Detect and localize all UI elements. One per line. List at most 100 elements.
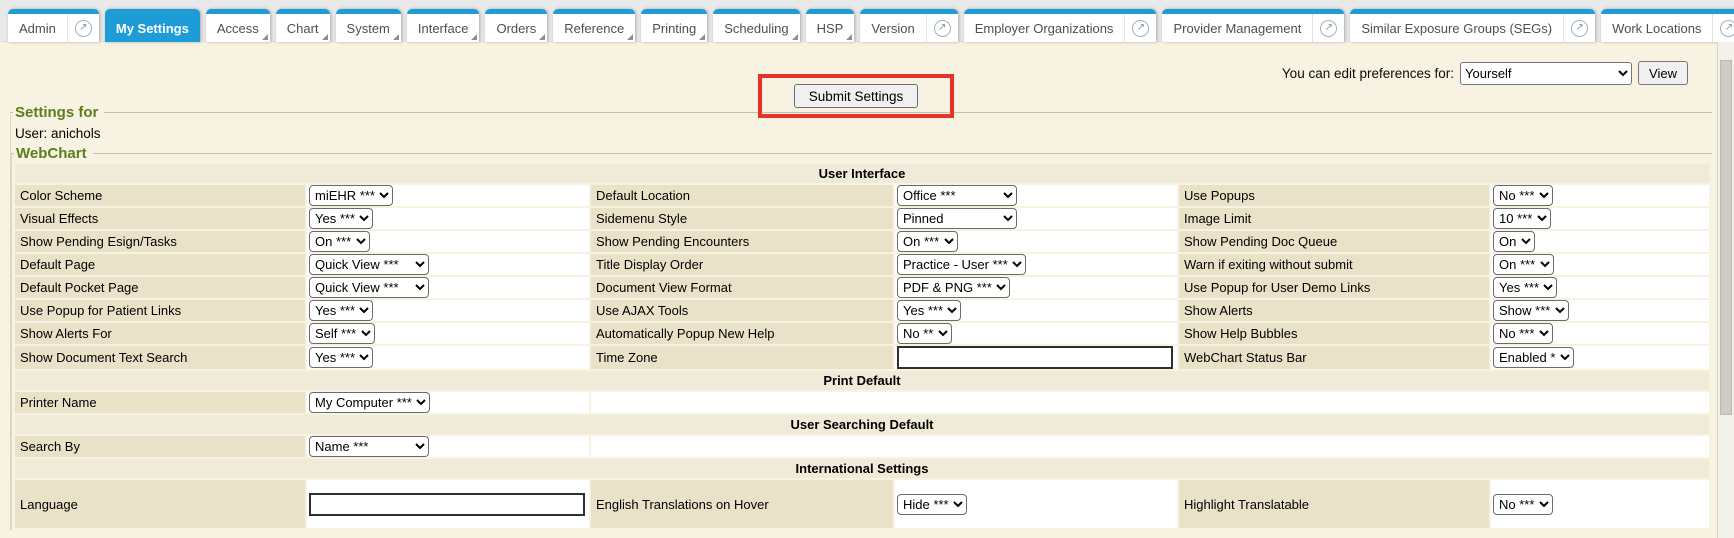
webchart-section: WebChart User InterfaceColor SchememiEHR… xyxy=(11,145,1712,530)
external-link-icon[interactable]: ↗ xyxy=(1124,14,1156,42)
tab-provider-management[interactable]: Provider Management ↗ xyxy=(1162,9,1344,42)
show-alerts-label: Show Alerts xyxy=(1179,300,1489,321)
default-page-value-cell: Quick View *** xyxy=(307,254,589,275)
vertical-scrollbar[interactable] xyxy=(1717,42,1734,538)
tab-label: Employer Organizations xyxy=(964,14,1125,42)
external-link-icon[interactable]: ↗ xyxy=(1312,14,1344,42)
show-pending-doc-queue-label: Show Pending Doc Queue xyxy=(1179,231,1489,252)
show-alerts-for-label: Show Alerts For xyxy=(15,323,305,344)
external-link-icon[interactable]: ↗ xyxy=(926,14,958,42)
tab-chart[interactable]: Chart xyxy=(276,9,330,42)
arrow-up-right-glyph: ↗ xyxy=(1320,20,1337,37)
settings-row: Show Document Text SearchYes ***Time Zon… xyxy=(15,346,1709,369)
sidemenu-style-select[interactable]: Pinned xyxy=(897,208,1017,229)
section-header-user-searching-default: User Searching Default xyxy=(15,415,1709,434)
tab-scheduling[interactable]: Scheduling xyxy=(713,9,799,42)
document-view-format-value-cell: PDF & PNG *** xyxy=(895,277,1177,298)
dropdown-corner-icon xyxy=(792,34,798,40)
webchart-legend: WebChart xyxy=(14,145,93,162)
show-alerts-for-select[interactable]: Self *** xyxy=(309,323,375,344)
tab-reference[interactable]: Reference xyxy=(553,9,635,42)
section-header-print-default: Print Default xyxy=(15,371,1709,390)
default-pocket-page-label: Default Pocket Page xyxy=(15,277,305,298)
tab-printing[interactable]: Printing xyxy=(641,9,707,42)
tab-employer-organizations[interactable]: Employer Organizations ↗ xyxy=(964,9,1157,42)
sidemenu-style-label: Sidemenu Style xyxy=(591,208,893,229)
language-label: Language xyxy=(15,480,305,528)
automatically-popup-new-help-select[interactable]: No ** xyxy=(897,323,952,344)
tab-access[interactable]: Access xyxy=(206,9,270,42)
arrow-up-right-glyph: ↗ xyxy=(1132,20,1149,37)
default-location-label: Default Location xyxy=(591,185,893,206)
view-button[interactable]: View xyxy=(1638,61,1688,85)
tab-interface[interactable]: Interface xyxy=(407,9,480,42)
edit-preferences-select[interactable]: Yourself xyxy=(1460,62,1632,85)
settings-for-legend: Settings for xyxy=(13,104,104,121)
use-ajax-tools-select[interactable]: Yes *** xyxy=(897,300,961,321)
screen: Admin↗My SettingsAccessChartSystemInterf… xyxy=(0,0,1734,538)
document-view-format-select[interactable]: PDF & PNG *** xyxy=(897,277,1010,298)
english-translations-on-hover-value-cell: Hide *** xyxy=(895,480,1177,528)
settings-row: Default Pocket PageQuick View *** Documen… xyxy=(15,277,1709,298)
default-page-select[interactable]: Quick View *** xyxy=(309,254,429,275)
tab-admin[interactable]: Admin↗ xyxy=(8,9,99,42)
tab-work-locations[interactable]: Work Locations↗ xyxy=(1601,9,1734,42)
use-popups-label: Use Popups xyxy=(1179,185,1489,206)
tab-label: Work Locations xyxy=(1601,14,1712,42)
highlight-translatable-select[interactable]: No *** xyxy=(1493,494,1553,515)
external-link-icon[interactable]: ↗ xyxy=(1712,14,1734,42)
title-display-order-select[interactable]: Practice - User *** xyxy=(897,254,1026,275)
tab-similar-exposure-groups-segs[interactable]: Similar Exposure Groups (SEGs)↗ xyxy=(1350,9,1595,42)
default-location-select[interactable]: Office *** xyxy=(897,185,1017,206)
default-pocket-page-select[interactable]: Quick View *** xyxy=(309,277,429,298)
tab-label: Access xyxy=(206,14,270,42)
document-view-format-label: Document View Format xyxy=(591,277,893,298)
use-popup-for-user-demo-links-select[interactable]: Yes *** xyxy=(1493,277,1557,298)
language-value-cell xyxy=(307,480,589,528)
search-by-select[interactable]: Name *** xyxy=(309,436,429,457)
section-header-row: Print Default xyxy=(15,371,1709,390)
show-help-bubbles-select[interactable]: No *** xyxy=(1493,323,1553,344)
settings-row: LanguageEnglish Translations on HoverHid… xyxy=(15,480,1709,528)
show-pending-esign-tasks-select[interactable]: On *** xyxy=(309,231,370,252)
use-popup-for-patient-links-select[interactable]: Yes *** xyxy=(309,300,373,321)
show-alerts-select[interactable]: Show *** xyxy=(1493,300,1569,321)
tab-orders[interactable]: Orders xyxy=(485,9,547,42)
submit-settings-button[interactable]: Submit Settings xyxy=(794,84,919,108)
scrollbar-thumb[interactable] xyxy=(1720,60,1732,415)
image-limit-select[interactable]: 10 *** xyxy=(1493,208,1551,229)
tab-version[interactable]: Version↗ xyxy=(860,9,957,42)
settings-table-body: User InterfaceColor SchememiEHR ***Defau… xyxy=(15,164,1709,528)
warn-if-exiting-without-submit-select[interactable]: On *** xyxy=(1493,254,1554,275)
tab-label: System xyxy=(336,14,401,42)
external-link-icon[interactable]: ↗ xyxy=(1563,14,1595,42)
show-pending-esign-tasks-label: Show Pending Esign/Tasks xyxy=(15,231,305,252)
external-link-icon[interactable]: ↗ xyxy=(67,14,99,42)
tab-system[interactable]: System xyxy=(336,9,401,42)
show-alerts-value-cell: Show *** xyxy=(1491,300,1709,321)
printer-name-label: Printer Name xyxy=(15,392,305,413)
tab-my-settings[interactable]: My Settings xyxy=(105,9,200,42)
tab-label: Provider Management xyxy=(1162,14,1312,42)
tab-label: Version xyxy=(860,14,925,42)
printer-name-select[interactable]: My Computer *** xyxy=(309,392,430,413)
color-scheme-select[interactable]: miEHR *** xyxy=(309,185,393,206)
section-header-row: User Interface xyxy=(15,164,1709,183)
show-pending-encounters-select[interactable]: On *** xyxy=(897,231,958,252)
tab-hsp[interactable]: HSP xyxy=(806,9,855,42)
visual-effects-select[interactable]: Yes *** xyxy=(309,208,373,229)
tab-bar: Admin↗My SettingsAccessChartSystemInterf… xyxy=(0,0,1734,42)
language-input[interactable] xyxy=(309,493,585,516)
webchart-status-bar-select[interactable]: Enabled * xyxy=(1493,347,1574,368)
use-popups-select[interactable]: No *** xyxy=(1493,185,1553,206)
show-document-text-search-select[interactable]: Yes *** xyxy=(309,347,373,368)
default-location-value-cell: Office *** xyxy=(895,185,1177,206)
title-display-order-value-cell: Practice - User *** xyxy=(895,254,1177,275)
arrow-up-right-glyph: ↗ xyxy=(1571,20,1588,37)
english-translations-on-hover-select[interactable]: Hide *** xyxy=(897,494,967,515)
dropdown-corner-icon xyxy=(471,34,477,40)
dropdown-corner-icon xyxy=(627,34,633,40)
time-zone-input[interactable] xyxy=(897,346,1173,369)
show-pending-doc-queue-select[interactable]: On xyxy=(1493,231,1535,252)
default-page-label: Default Page xyxy=(15,254,305,275)
